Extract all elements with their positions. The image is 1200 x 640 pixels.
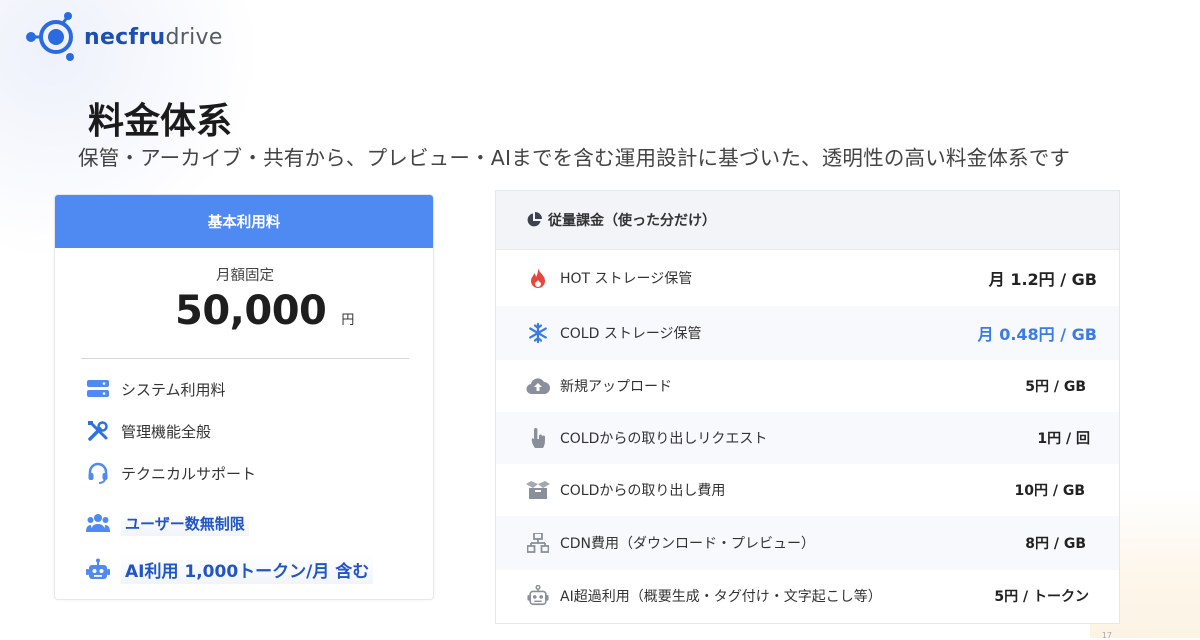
base-fee-header: 基本利用料 (55, 195, 433, 248)
usage-row-value: 5円 / GB (1025, 379, 1086, 395)
snowflake-icon (526, 321, 550, 345)
usage-fee-header: 従量課金（使った分だけ） (496, 191, 1119, 250)
tools-icon (85, 418, 111, 444)
feature-admin: 管理機能全般 (85, 418, 211, 444)
network-icon (526, 531, 550, 555)
highlight-label: AI利用 1,000トークン/月 含む (121, 555, 374, 584)
feature-label: 管理機能全般 (121, 422, 212, 441)
logo-text-secondary: drive (165, 24, 223, 50)
usage-fee-title: 従量課金（使った分だけ） (548, 213, 716, 229)
usage-row-cold-retrieval: COLDからの取り出し費用 10円 / GB (496, 464, 1119, 516)
robot-icon (85, 557, 111, 583)
robot-icon (526, 584, 550, 608)
usage-row-value: 月 1.2円 / GB (988, 270, 1097, 289)
fixed-monthly-label: 月額固定 (216, 268, 274, 284)
base-fee-card: 基本利用料 月額固定 50,000 円 システム利用料 管理機能全般 テクニカル… (54, 194, 434, 600)
highlight-label: ユーザー数無制限 (121, 510, 249, 536)
usage-row-hot-storage: HOT ストレージ保管 月 1.2円 / GB (496, 250, 1119, 306)
users-icon (85, 510, 111, 536)
price-value: 50,000 (175, 288, 327, 334)
pie-chart-icon (526, 212, 542, 228)
logo-text-primary: necfru (84, 24, 166, 50)
cloud-upload-icon (526, 374, 550, 398)
usage-row-cold-request: COLDからの取り出しリクエスト 1円 / 回 (496, 412, 1119, 464)
fire-icon (526, 266, 550, 290)
usage-row-ai-overage: AI超過利用（概要生成・タグ付け・文字起こし等） 5円 / トークン (496, 570, 1119, 622)
usage-row-value: 10円 / GB (1014, 483, 1085, 499)
feature-system-fee: システム利用料 (85, 376, 226, 402)
price-unit: 円 (341, 313, 355, 328)
logo-wordmark: necfrudrive (84, 25, 223, 50)
highlight-ai-tokens: AI利用 1,000トークン/月 含む (85, 555, 374, 584)
feature-label: システム利用料 (121, 380, 226, 399)
hand-pointer-icon (526, 426, 550, 450)
usage-row-cold-storage: COLD ストレージ保管 月 0.48円 / GB (496, 306, 1119, 360)
usage-row-value: 1円 / 回 (1037, 431, 1090, 447)
headset-icon (85, 460, 111, 486)
price-display: 50,000 円 (175, 288, 354, 334)
usage-fee-card: 従量課金（使った分だけ） HOT ストレージ保管 月 1.2円 / GB COL… (495, 190, 1120, 624)
feature-label: テクニカルサポート (121, 464, 257, 483)
page-number: 17 (1101, 631, 1112, 640)
brand-logo[interactable]: necfrudrive (25, 10, 223, 64)
usage-row-upload: 新規アップロード 5円 / GB (496, 360, 1119, 412)
usage-row-value: 8円 / GB (1025, 536, 1086, 552)
feature-support: テクニカルサポート (85, 460, 256, 486)
highlight-unlimited-users: ユーザー数無制限 (85, 510, 249, 536)
usage-row-cdn: CDN費用（ダウンロード・プレビュー） 8円 / GB (496, 516, 1119, 570)
divider (81, 358, 409, 359)
server-icon (85, 376, 111, 402)
usage-row-label: COLDからの取り出しリクエスト (560, 431, 768, 447)
usage-row-value: 月 0.48円 / GB (977, 325, 1097, 344)
page-title: 料金体系 (88, 101, 233, 142)
box-open-icon (526, 478, 550, 502)
logo-icon (26, 12, 74, 61)
page-subtitle: 保管・アーカイブ・共有から、プレビュー・AIまでを含む運用設計に基づいた、透明性… (78, 146, 1071, 170)
usage-row-value: 5円 / トークン (994, 589, 1089, 605)
